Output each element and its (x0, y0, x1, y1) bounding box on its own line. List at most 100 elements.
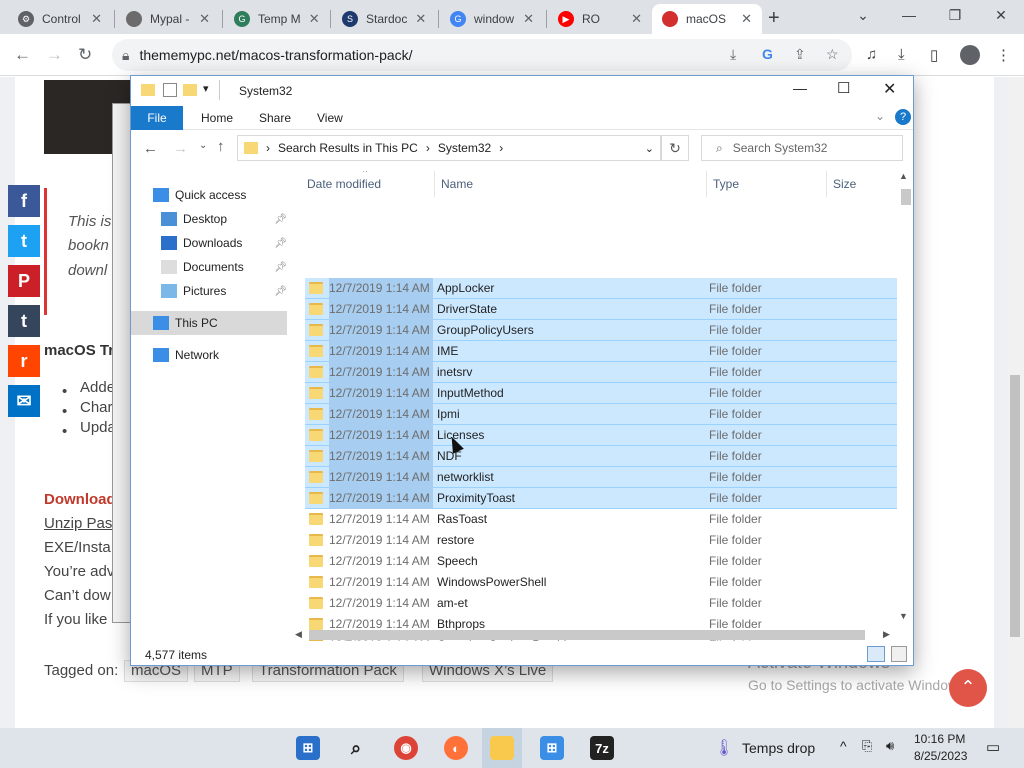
ribbon-tab-3[interactable]: View (305, 106, 355, 130)
minimize-button[interactable]: — (793, 80, 807, 96)
tab-4[interactable]: Gwindow ✕ (440, 4, 544, 34)
minimize-button[interactable]: — (886, 0, 932, 32)
tab-close-icon[interactable]: ✕ (741, 11, 752, 27)
scroll-left-arrow[interactable]: ◀ (295, 629, 302, 640)
tab-6[interactable]: macOS ✕ (652, 4, 762, 34)
nav-item-3[interactable]: Documents 📌︎ (131, 255, 287, 279)
tray-chevron-icon[interactable]: ^ (840, 738, 847, 754)
large-icons-view-icon[interactable] (891, 646, 907, 662)
column-name[interactable]: Name (435, 171, 707, 197)
notification-icon[interactable]: ▭ (986, 738, 1000, 756)
menu-icon[interactable]: ⋮ (996, 46, 1011, 64)
tab-2[interactable]: G Temp M ✕ (224, 4, 328, 34)
file-row[interactable]: 12/7/2019 1:14 AM Speech File folder (305, 551, 897, 572)
tab-search-icon[interactable]: ⌄ (840, 0, 886, 32)
nav-item-5[interactable]: This PC (131, 311, 287, 335)
chevron-down-icon[interactable]: ⌄ (645, 142, 654, 155)
tab-close-icon[interactable]: ✕ (631, 11, 642, 27)
vertical-scroll-thumb[interactable] (901, 189, 911, 205)
tab-close-icon[interactable]: ✕ (199, 11, 210, 27)
chrome-icon[interactable]: ◉ (394, 736, 418, 760)
back-button[interactable]: ← (14, 45, 31, 65)
file-row[interactable]: 12/7/2019 1:14 AM Ipmi File folder (305, 404, 897, 425)
tab-3[interactable]: S Stardoc ✕ (332, 4, 436, 34)
lock-icon[interactable]: 🔒︎ (122, 47, 129, 64)
weather-text[interactable]: Temps drop (742, 740, 815, 756)
download-icon[interactable]: ⤓ (730, 46, 736, 63)
tab-1[interactable]: Mypal - ✕ (116, 4, 220, 34)
share-4-icon[interactable]: r (8, 345, 40, 377)
scroll-to-top-button[interactable]: ⌃ (949, 669, 987, 707)
close-button[interactable]: ✕ (883, 79, 896, 99)
horizontal-scroll-thumb[interactable] (309, 630, 865, 640)
bookmark-star-icon[interactable]: ☆ (826, 46, 839, 63)
tab-close-icon[interactable]: ✕ (91, 11, 102, 27)
column-type[interactable]: Type (707, 171, 827, 197)
file-row[interactable]: 12/7/2019 1:14 AM ProximityToast File fold… (305, 488, 897, 509)
google-lens-icon[interactable]: G (762, 46, 773, 62)
volume-icon[interactable]: 🔊︎ (886, 738, 894, 754)
nav-item-6[interactable]: Network (131, 343, 287, 367)
properties-icon[interactable] (163, 83, 177, 97)
nav-item-1[interactable]: Desktop 📌︎ (131, 207, 287, 231)
share-0-icon[interactable]: f (8, 185, 40, 217)
new-folder-icon[interactable] (183, 84, 197, 96)
scroll-right-arrow[interactable]: ▶ (883, 629, 890, 640)
restore-button[interactable]: ❐ (932, 0, 978, 32)
clock-date[interactable]: 8/25/2023 (914, 749, 967, 763)
firefox-icon[interactable]: ◐ (444, 736, 468, 760)
share-2-icon[interactable]: P (8, 265, 40, 297)
share-3-icon[interactable]: t (8, 305, 40, 337)
file-row[interactable]: 12/7/2019 1:14 AM InputMethod File folder (305, 383, 897, 404)
details-view-icon[interactable] (867, 646, 885, 662)
file-row[interactable]: 12/7/2019 1:14 AM IME File folder (305, 341, 897, 362)
file-explorer-icon[interactable] (490, 736, 514, 760)
ribbon-tab-1[interactable]: Home (189, 106, 245, 130)
search-icon[interactable]: ⌕ (344, 736, 368, 760)
tab-close-icon[interactable]: ✕ (523, 11, 534, 27)
file-row[interactable]: 12/7/2019 1:14 AM RasToast File folder (305, 509, 897, 530)
page-scrollbar-thumb[interactable] (1010, 375, 1020, 637)
file-row[interactable]: 12/7/2019 1:14 AM WindowsPowerShell File f… (305, 572, 897, 593)
breadcrumb-system32[interactable]: System32 (438, 141, 491, 155)
reload-button[interactable]: ↻ (78, 45, 92, 65)
file-row[interactable]: 12/7/2019 1:14 AM networklist File folder (305, 467, 897, 488)
tab-5[interactable]: ▶ RO ✕ (548, 4, 652, 34)
vertical-scrollbar[interactable]: ▲ ▼ (897, 171, 913, 621)
tab-close-icon[interactable]: ✕ (415, 11, 426, 27)
downloads-icon[interactable]: ⤓ (898, 46, 905, 63)
network-icon[interactable]: ⎘ (862, 738, 872, 754)
scroll-up-arrow[interactable]: ▲ (899, 171, 908, 181)
tab-0[interactable]: ⚙ Control ✕ (8, 4, 112, 34)
side-panel-icon[interactable]: ▯ (930, 46, 938, 64)
address-box[interactable]: › Search Results in This PC › System32 ›… (237, 135, 661, 161)
file-row[interactable]: 12/7/2019 1:14 AM am-et File folder (305, 593, 897, 614)
file-row[interactable]: 12/7/2019 1:14 AM GroupPolicyUsers File fo… (305, 320, 897, 341)
clock-time[interactable]: 10:16 PM (914, 732, 965, 746)
forward-button[interactable]: → (46, 45, 63, 65)
column-date-modified[interactable]: Date modified (301, 171, 435, 197)
scroll-down-arrow[interactable]: ▼ (899, 611, 908, 621)
up-button[interactable]: ↑ (217, 138, 225, 155)
tab-close-icon[interactable]: ✕ (309, 11, 320, 27)
customize-quick-access-icon[interactable]: ▾ (203, 82, 209, 95)
refresh-button[interactable]: ↻ (661, 135, 689, 161)
file-row[interactable]: 12/7/2019 1:14 AM AppLocker File folder (305, 278, 897, 299)
file-row[interactable]: 12/7/2019 1:14 AM restore File folder (305, 530, 897, 551)
breadcrumb-search-results[interactable]: Search Results in This PC (278, 141, 418, 155)
file-row[interactable]: 12/7/2019 1:14 AM DriverState File folder (305, 299, 897, 320)
file-row[interactable]: 12/7/2019 1:14 AM NDF File folder (305, 446, 897, 467)
address-bar[interactable]: 🔒︎ thememypc.net/macos-transformation-pa… (112, 39, 852, 71)
store-icon[interactable]: ⊞ (540, 736, 564, 760)
file-row[interactable]: 12/7/2019 1:14 AM Licenses File folder (305, 425, 897, 446)
7zip-icon[interactable]: 7z (590, 736, 614, 760)
search-input[interactable]: ⌕ Search System32 (701, 135, 903, 161)
nav-item-0[interactable]: Quick access (131, 183, 287, 207)
horizontal-scrollbar[interactable]: ◀ ▶ (291, 627, 895, 643)
article-line[interactable]: Download (44, 491, 116, 508)
article-line[interactable]: Unzip Pas (44, 515, 112, 532)
close-button[interactable]: ✕ (978, 0, 1024, 32)
ribbon-tab-0[interactable]: File (131, 106, 183, 130)
maximize-button[interactable]: ☐ (837, 79, 850, 97)
forward-button[interactable]: → (173, 140, 188, 157)
